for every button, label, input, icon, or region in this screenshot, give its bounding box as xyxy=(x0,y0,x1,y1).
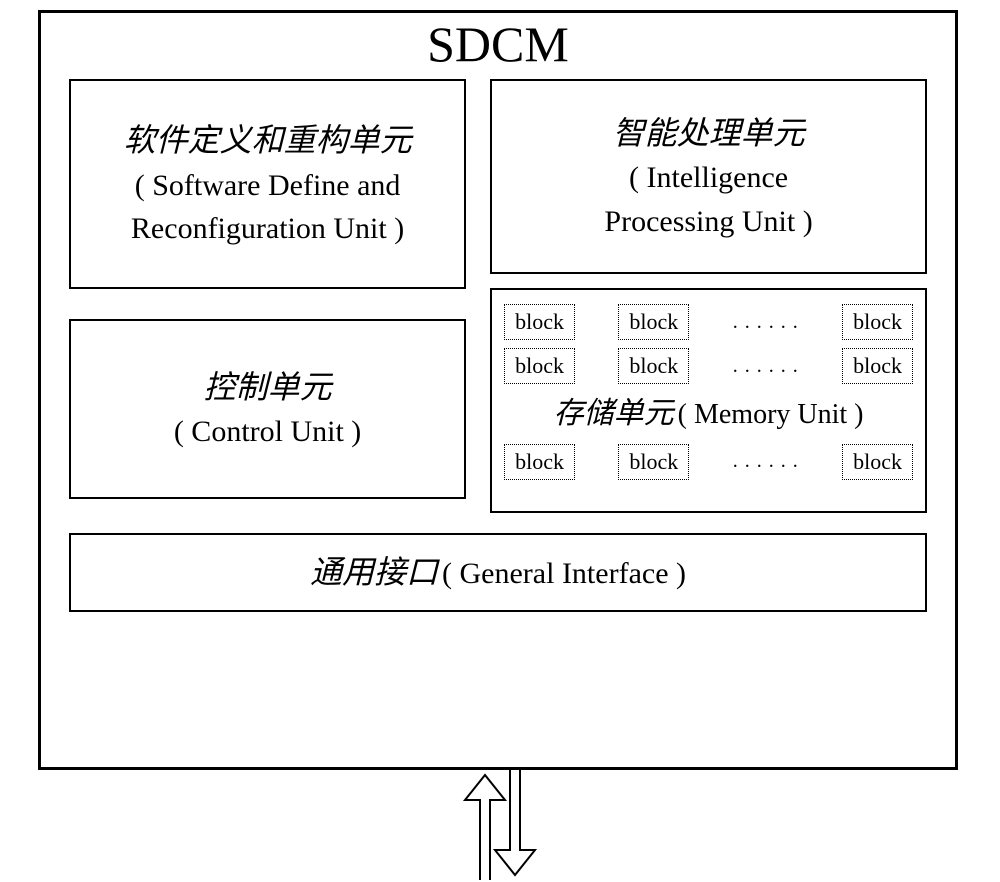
ipu-en-label-1: ( Intelligence xyxy=(502,156,915,200)
gi-cn-label: 通用接口 xyxy=(310,554,438,590)
memory-unit-box: block block . . . . . . block block bloc… xyxy=(490,288,927,513)
content-area: 软件定义和重构单元 ( Software Define and Reconfig… xyxy=(41,79,955,513)
left-column: 软件定义和重构单元 ( Software Define and Reconfig… xyxy=(69,79,466,513)
block-row-1: block block . . . . . . block xyxy=(504,304,913,340)
block-row-2: block block . . . . . . block xyxy=(504,348,913,384)
sdru-box: 软件定义和重构单元 ( Software Define and Reconfig… xyxy=(69,79,466,289)
sdcm-container: SDCM 软件定义和重构单元 ( Software Define and Rec… xyxy=(38,10,958,770)
memory-en-label: ( Memory Unit ) xyxy=(678,399,864,430)
gi-en-label: ( General Interface ) xyxy=(442,557,686,590)
memory-cn-label: 存储单元 xyxy=(554,397,674,430)
sdru-en-label-1: ( Software Define and xyxy=(81,164,454,208)
ipu-en-label-2: Processing Unit ) xyxy=(502,200,915,244)
memory-block: block xyxy=(618,444,689,480)
ellipsis: . . . . . . xyxy=(733,355,799,378)
memory-block: block xyxy=(618,348,689,384)
sdru-en-label-2: Reconfiguration Unit ) xyxy=(81,207,454,251)
control-cn-label: 控制单元 xyxy=(81,364,454,410)
sdru-cn-label: 软件定义和重构单元 xyxy=(81,117,454,163)
control-en-label: ( Control Unit ) xyxy=(81,410,454,454)
right-column: 智能处理单元 ( Intelligence Processing Unit ) … xyxy=(490,79,927,513)
memory-label: 存储单元 ( Memory Unit ) xyxy=(504,392,913,436)
memory-block: block xyxy=(504,348,575,384)
general-interface-box: 通用接口 ( General Interface ) xyxy=(69,533,927,612)
ellipsis: . . . . . . xyxy=(733,311,799,334)
memory-block: block xyxy=(504,444,575,480)
control-unit-box: 控制单元 ( Control Unit ) xyxy=(69,319,466,499)
ipu-box: 智能处理单元 ( Intelligence Processing Unit ) xyxy=(490,79,927,274)
block-row-3: block block . . . . . . block xyxy=(504,444,913,480)
memory-block: block xyxy=(842,348,913,384)
memory-block: block xyxy=(618,304,689,340)
memory-block: block xyxy=(842,304,913,340)
memory-block: block xyxy=(842,444,913,480)
ellipsis: . . . . . . xyxy=(733,450,799,473)
title: SDCM xyxy=(41,15,955,73)
memory-block: block xyxy=(504,304,575,340)
ipu-cn-label: 智能处理单元 xyxy=(502,110,915,156)
bidirectional-arrow-icon xyxy=(450,770,550,880)
